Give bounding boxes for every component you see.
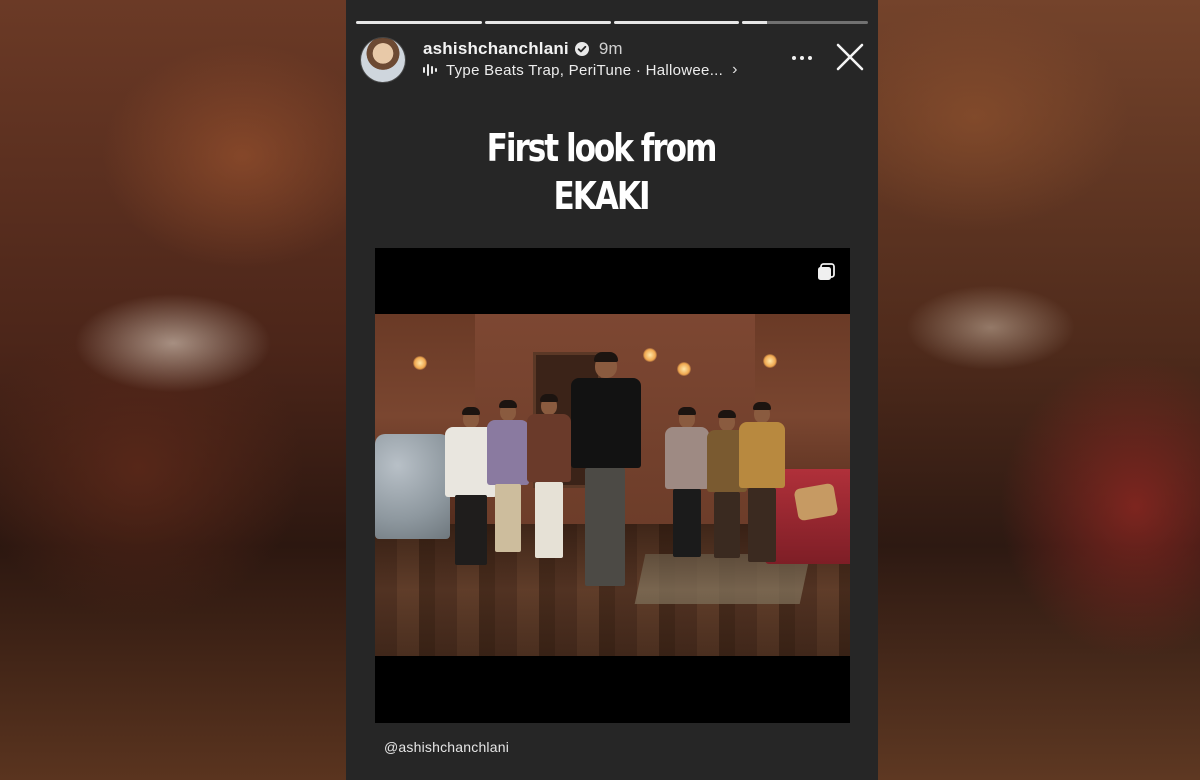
- more-dots-icon[interactable]: [787, 46, 817, 70]
- story-viewer[interactable]: ashishchanchlani 9m Type Beats Trap, Per…: [346, 0, 878, 780]
- shared-post-media[interactable]: [375, 248, 850, 723]
- headline-line-2: EKAKI: [553, 174, 650, 218]
- carousel-icon: [816, 262, 836, 282]
- progress-segment: [356, 21, 482, 24]
- progress-segment: [484, 21, 611, 24]
- progress-segment: [613, 21, 740, 24]
- story-progress-bar: [356, 21, 868, 24]
- username-row: ashishchanchlani 9m: [423, 38, 622, 60]
- music-title: Type Beats Trap, PeriTune · Hallowee...: [446, 61, 724, 79]
- music-attribution[interactable]: Type Beats Trap, PeriTune · Hallowee... …: [423, 60, 737, 80]
- blurred-background-right: [878, 0, 1200, 780]
- blurred-background-left: [0, 0, 346, 780]
- username[interactable]: ashishchanchlani: [423, 39, 569, 59]
- movie-still-image: [375, 314, 850, 656]
- audio-bars-icon: [423, 63, 437, 77]
- close-icon[interactable]: [835, 42, 865, 72]
- verified-badge-icon: [574, 42, 589, 56]
- chevron-right-icon: ›: [732, 61, 738, 78]
- progress-segment: [742, 21, 868, 24]
- time-ago: 9m: [598, 39, 623, 58]
- avatar[interactable]: [361, 38, 405, 82]
- headline-line-1: First look from: [486, 126, 718, 170]
- mention-tag[interactable]: @ashishchanchlani: [384, 739, 509, 755]
- story-header: ashishchanchlani 9m Type Beats Trap, Per…: [361, 36, 871, 86]
- story-headline: First look from EKAKI: [392, 124, 810, 220]
